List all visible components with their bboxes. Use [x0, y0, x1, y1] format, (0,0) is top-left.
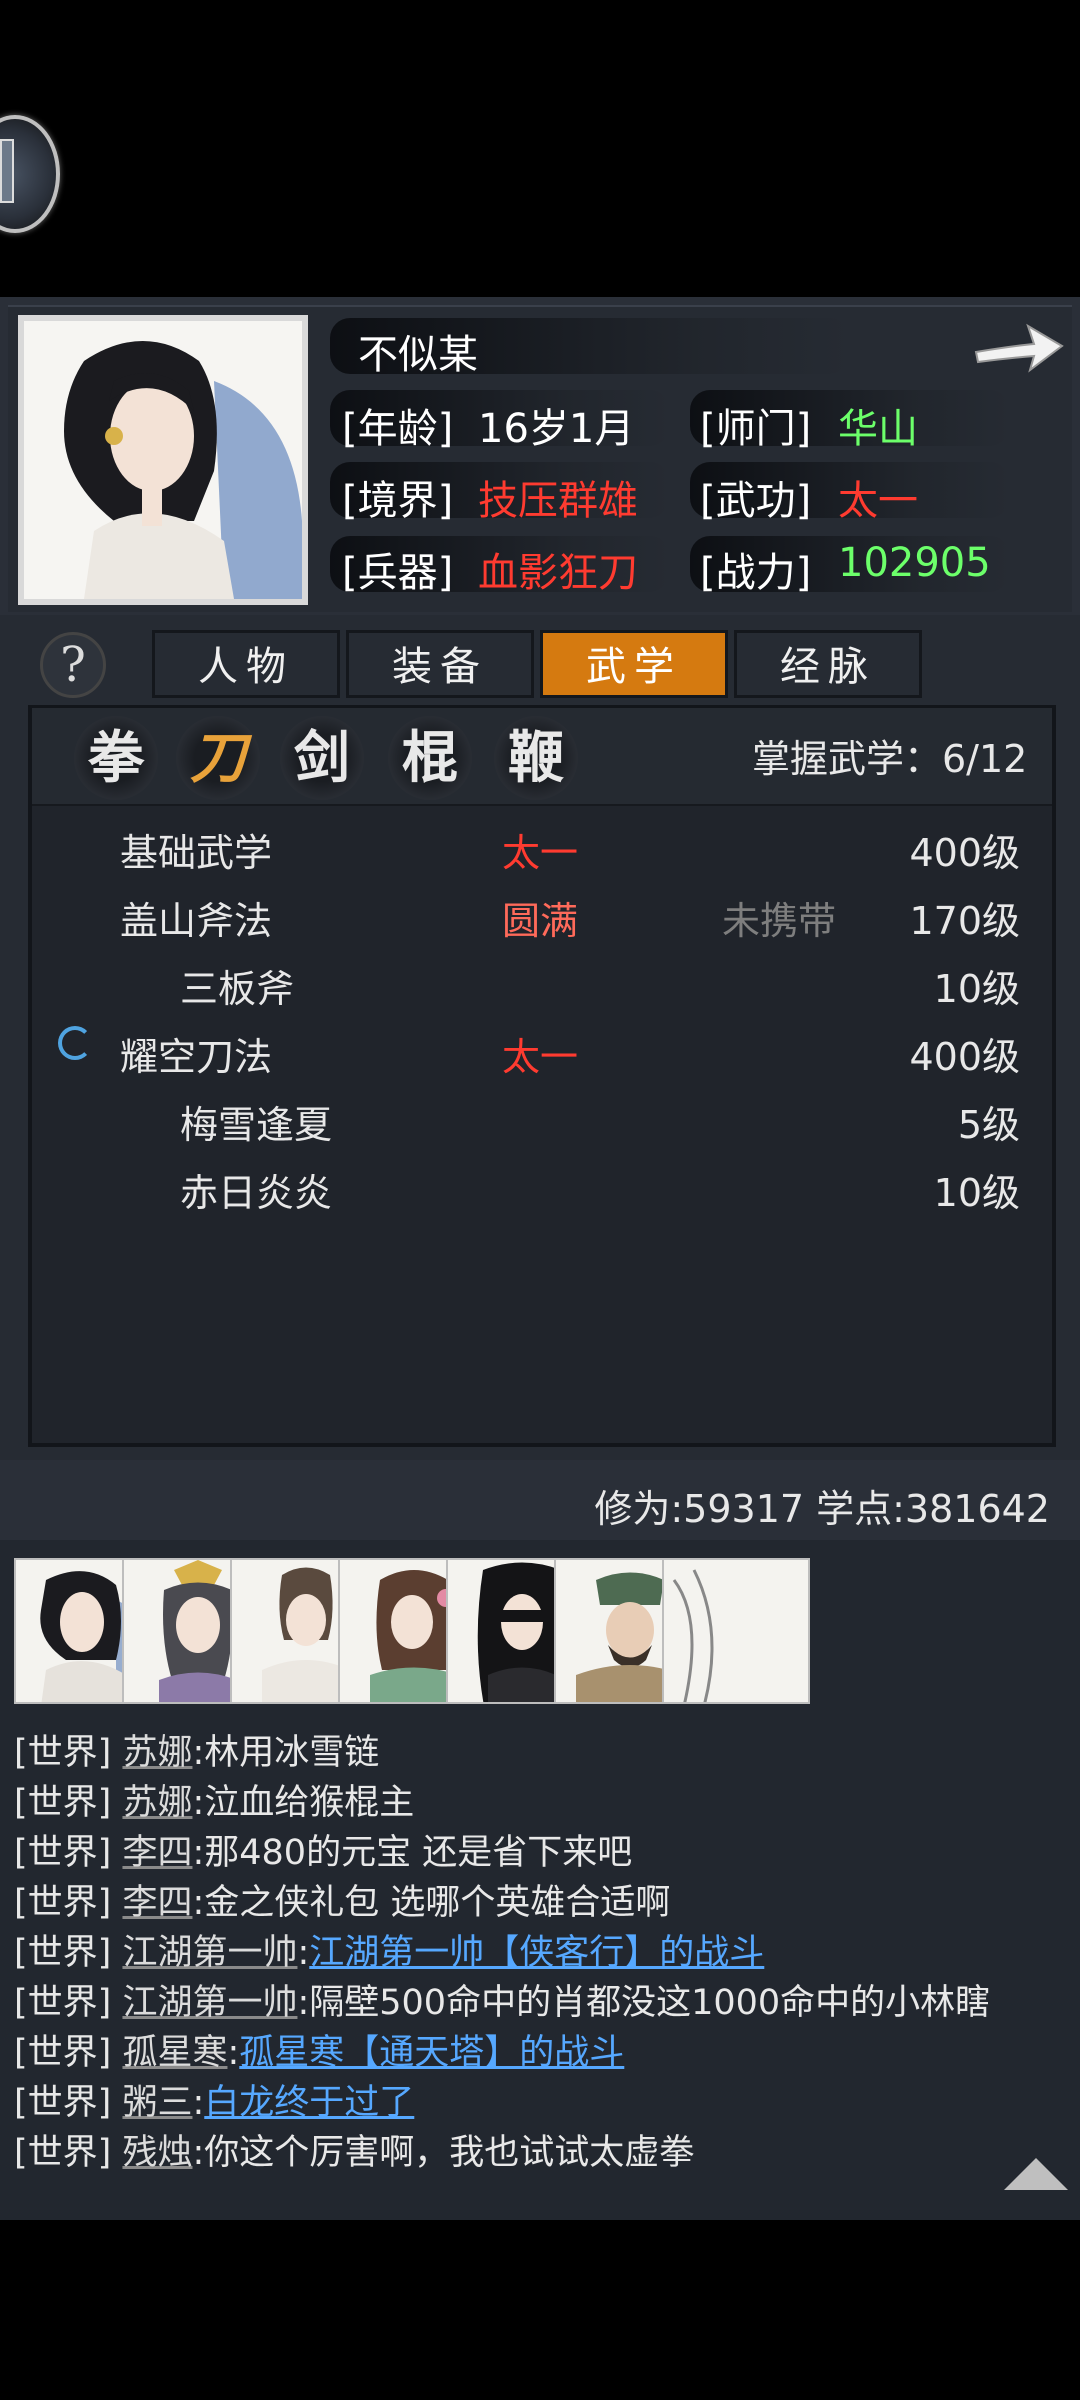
- realm-label: [境界]: [342, 478, 454, 524]
- skill-name: 梅雪逢夏: [180, 1103, 333, 1147]
- next-arrow-icon[interactable]: [972, 316, 1064, 376]
- skill-level: 170级: [909, 899, 1020, 943]
- chat-message: [世界] 江湖第一帅:江湖第一帅【侠客行】的战斗: [14, 1924, 764, 1975]
- chat-message: [世界] 江湖第一帅:隔壁500命中的肖都没这1000命中的小林瞎: [14, 1974, 990, 2025]
- chat-message: [世界] 苏娜:泣血给猴棍主: [14, 1774, 414, 1825]
- chat-message: [世界] 孤星寒:孤星寒【通天塔】的战斗: [14, 2024, 624, 2075]
- age-value: 16岁1月: [478, 406, 635, 452]
- chat-channel: [世界]: [14, 1933, 112, 1973]
- skill-name: 三板斧: [180, 967, 295, 1011]
- tab-character[interactable]: 人物: [152, 630, 340, 698]
- skill-row[interactable]: 盖山斧法 圆满 未携带 170级: [60, 878, 1020, 944]
- chat-sender[interactable]: 苏娜: [122, 1783, 192, 1823]
- mastery-count: 掌握武学：6/12: [752, 737, 1028, 781]
- chat-text: :: [192, 2083, 205, 2123]
- chat-text: :泣血给猴棍主: [192, 1783, 415, 1823]
- tab-martial-arts[interactable]: 武学: [540, 630, 728, 698]
- weapon-value: 血影狂刀: [478, 550, 638, 596]
- chat-sender[interactable]: 李四: [122, 1883, 192, 1923]
- skill-name: 盖山斧法: [120, 899, 273, 943]
- chat-text: :隔壁500命中的肖都没这1000命中的小林瞎: [297, 1983, 991, 2023]
- chat-channel: [世界]: [14, 2133, 112, 2173]
- chat-channel: [世界]: [14, 1783, 112, 1823]
- weapon-type-sword[interactable]: 剑: [280, 716, 364, 800]
- chat-sender[interactable]: 江湖第一帅: [122, 1933, 297, 1973]
- weapon-type-fist[interactable]: 拳: [74, 716, 158, 800]
- sect-label: [师门]: [700, 406, 812, 452]
- tab-equipment[interactable]: 装备: [346, 630, 534, 698]
- portrait-art: [24, 321, 302, 599]
- chat-text: :你这个厉害啊，我也试试太虚拳: [192, 2133, 695, 2173]
- chat-sender[interactable]: 江湖第一帅: [122, 1983, 297, 2023]
- chat-channel: [世界]: [14, 1833, 112, 1873]
- chat-channel: [世界]: [14, 2033, 112, 2073]
- chat-sender[interactable]: 苏娜: [122, 1733, 192, 1773]
- battle-link[interactable]: 孤星寒【通天塔】的战斗: [239, 2033, 624, 2073]
- skill-level: 10级: [933, 1171, 1020, 1215]
- chat-message: [世界] 粥三:白龙终于过了: [14, 2074, 414, 2125]
- sect-value: 华山: [838, 406, 918, 452]
- chat-sender[interactable]: 残烛: [122, 2133, 192, 2173]
- realm-value: 技压群雄: [478, 478, 638, 524]
- chat-link[interactable]: 白龙终于过了: [204, 2083, 414, 2123]
- character-name: 不似某: [358, 332, 478, 378]
- skill-row[interactable]: 梅雪逢夏 5级: [60, 1082, 1020, 1148]
- chat-message: [世界] 残烛:你这个厉害啊，我也试试太虚拳: [14, 2124, 694, 2175]
- chat-channel: [世界]: [14, 2083, 112, 2123]
- chat-sender[interactable]: 李四: [122, 1833, 192, 1873]
- help-button[interactable]: ?: [40, 632, 106, 698]
- weapon-type-staff[interactable]: 棍: [388, 716, 472, 800]
- character-strip: [14, 1558, 1080, 1706]
- chat-channel: [世界]: [14, 1983, 112, 2023]
- battle-link[interactable]: 江湖第一帅【侠客行】的战斗: [309, 1933, 764, 1973]
- character-card[interactable]: [662, 1558, 810, 1704]
- back-button[interactable]: [0, 115, 60, 233]
- power-label: [战力]: [700, 550, 812, 596]
- weapon-label: [兵器]: [342, 550, 454, 596]
- skill-row[interactable]: 赤日炎炎 10级: [60, 1150, 1020, 1216]
- skill-tier: 太一: [502, 1035, 579, 1079]
- skill-carry-status: 未携带: [722, 899, 837, 943]
- character-portrait: [18, 315, 308, 605]
- cultivation-stats: 修为:59317 学点:381642: [594, 1487, 1050, 1531]
- tab-meridians[interactable]: 经脉: [734, 630, 922, 698]
- chat-text: :林用冰雪链: [192, 1733, 380, 1773]
- skill-level: 400级: [909, 1035, 1020, 1079]
- skill-tier: 圆满: [502, 899, 579, 943]
- martial-label: [武功]: [700, 478, 812, 524]
- chat-sender[interactable]: 孤星寒: [122, 2033, 227, 2073]
- martial-value: 太一: [838, 478, 918, 524]
- chat-channel: [世界]: [14, 1733, 112, 1773]
- power-value: 102905: [838, 540, 991, 586]
- chat-text: :: [227, 2033, 240, 2073]
- weapon-type-blade[interactable]: 刀: [176, 716, 260, 800]
- skill-name: 基础武学: [120, 831, 273, 875]
- skill-name: 耀空刀法: [120, 1035, 273, 1079]
- skill-tier: 太一: [502, 831, 579, 875]
- character-avatar: [664, 1560, 808, 1702]
- chat-text: :那480的元宝 还是省下来吧: [192, 1833, 633, 1873]
- expand-chat-triangle-icon[interactable]: [1004, 2158, 1068, 2190]
- chat-message: [世界] 李四:金之侠礼包 选哪个英雄合适啊: [14, 1874, 670, 1925]
- skill-level: 10级: [933, 967, 1020, 1011]
- skill-row[interactable]: 三板斧 10级: [60, 946, 1020, 1012]
- skill-level: 400级: [909, 831, 1020, 875]
- age-label: [年龄]: [342, 406, 454, 452]
- skill-name: 赤日炎炎: [180, 1171, 333, 1215]
- chat-message: [世界] 李四:那480的元宝 还是省下来吧: [14, 1824, 632, 1875]
- skill-row[interactable]: 基础武学 太一 400级: [60, 810, 1020, 876]
- weapon-type-whip[interactable]: 鞭: [494, 716, 578, 800]
- chat-message: [世界] 苏娜:林用冰雪链: [14, 1724, 379, 1775]
- chat-sender[interactable]: 粥三: [122, 2083, 192, 2123]
- chat-channel: [世界]: [14, 1883, 112, 1923]
- skill-level: 5级: [957, 1103, 1020, 1147]
- chat-text: :金之侠礼包 选哪个英雄合适啊: [192, 1883, 671, 1923]
- chat-text: :: [297, 1933, 310, 1973]
- skill-row[interactable]: 耀空刀法 太一 400级: [60, 1014, 1020, 1080]
